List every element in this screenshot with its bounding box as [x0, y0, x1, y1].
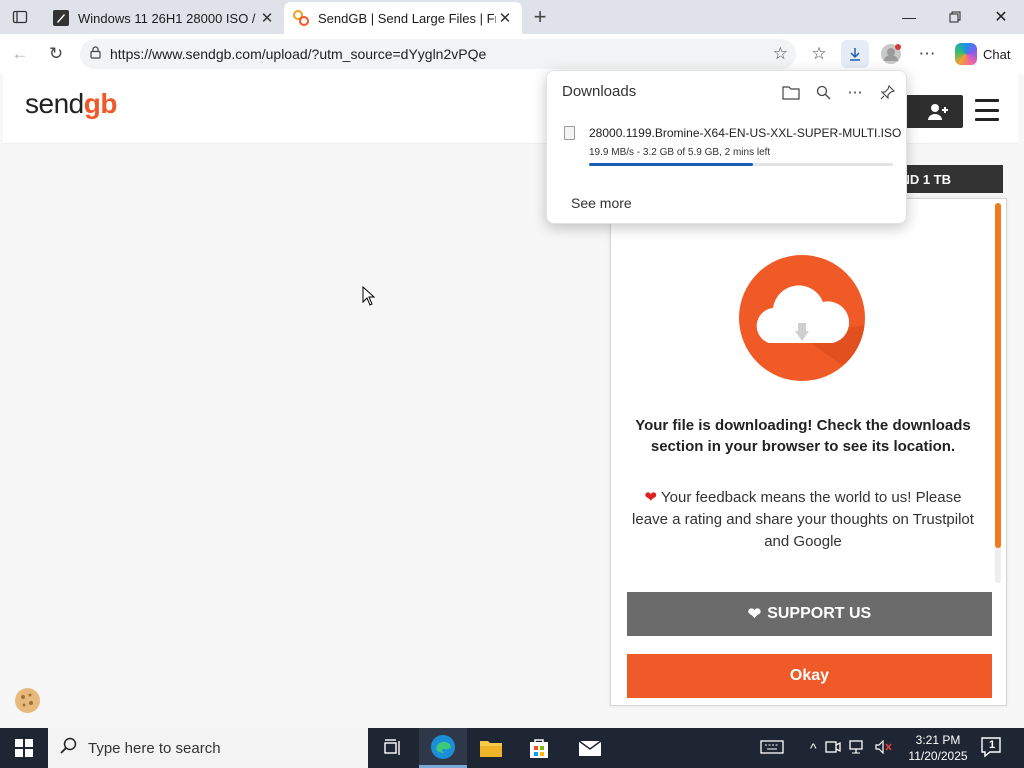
support-us-button[interactable]: ❤ SUPPORT US — [627, 592, 992, 636]
taskbar-search[interactable]: Type here to search — [48, 728, 368, 768]
hamburger-menu-icon[interactable] — [975, 99, 999, 121]
browser-toolbar: ← ↻ https://www.sendgb.com/upload/?utm_s… — [0, 34, 1024, 74]
pin-icon[interactable] — [876, 81, 898, 103]
tab-title: Windows 11 26H1 28000 ISO / ES — [78, 10, 258, 26]
downloads-more-icon[interactable]: ⋯ — [844, 81, 866, 103]
file-explorer-icon[interactable] — [467, 728, 515, 768]
address-bar[interactable]: https://www.sendgb.com/upload/?utm_sourc… — [80, 39, 796, 69]
restore-button[interactable] — [932, 0, 978, 34]
feedback-message: ❤ Your feedback means the world to us! P… — [631, 487, 975, 553]
chat-label: Chat — [983, 46, 1011, 62]
tab-actions-icon[interactable] — [6, 3, 34, 31]
add-user-icon — [928, 103, 948, 120]
site-info-icon[interactable] — [80, 46, 110, 62]
sendgb-favicon-icon — [292, 9, 310, 27]
meet-now-icon[interactable] — [824, 740, 841, 757]
support-label: SUPPORT US — [767, 605, 872, 622]
clock[interactable]: 3:21 PM 11/20/2025 — [902, 732, 974, 764]
tab-favicon-icon — [52, 9, 70, 27]
chevron-up-icon[interactable]: ^ — [810, 740, 817, 756]
favorite-star-icon[interactable]: ☆ — [773, 44, 788, 64]
modal-scrollbar[interactable] — [995, 203, 1001, 583]
refresh-icon[interactable]: ↻ — [42, 40, 70, 68]
tab-strip: Windows 11 26H1 28000 ISO / ES ✕ SendGB … — [0, 0, 1024, 34]
clock-time: 3:21 PM — [915, 733, 961, 747]
profile-avatar-icon[interactable] — [877, 40, 905, 68]
tab-windows-iso[interactable]: Windows 11 26H1 28000 ISO / ES ✕ — [44, 2, 284, 34]
search-downloads-icon[interactable] — [812, 81, 834, 103]
tab-sendgb[interactable]: SendGB | Send Large Files | Free f ✕ — [284, 2, 522, 34]
edge-taskbar-icon[interactable] — [419, 728, 467, 768]
copilot-icon — [955, 43, 977, 65]
add-user-button[interactable] — [901, 95, 963, 128]
sendgb-logo[interactable]: sendgb — [25, 88, 117, 120]
system-tray: ^ — [760, 728, 893, 768]
windows-logo-icon — [15, 739, 33, 757]
network-icon[interactable] — [848, 739, 867, 757]
heart-icon: ❤ — [747, 606, 762, 623]
cloud-download-icon — [739, 255, 865, 381]
modal-scrollbar-thumb[interactable] — [995, 203, 1001, 548]
downloads-title: Downloads — [562, 83, 637, 100]
download-message: Your file is downloading! Check the down… — [635, 417, 971, 455]
modal-footer: ❤ SUPPORT US Okay — [610, 592, 1007, 706]
minimize-button[interactable]: — — [886, 0, 932, 34]
logo-send-text: send — [25, 88, 84, 119]
search-icon — [48, 737, 88, 759]
copilot-chat-button[interactable]: Chat — [950, 40, 1020, 68]
download-filename[interactable]: 28000.1199.Bromine-X64-EN-US-XXL-SUPER-M… — [589, 126, 901, 140]
file-icon — [564, 126, 575, 140]
see-more-link[interactable]: See more — [571, 195, 632, 211]
tab-title: SendGB | Send Large Files | Free f — [318, 10, 496, 26]
url-text[interactable]: https://www.sendgb.com/upload/?utm_sourc… — [110, 46, 486, 62]
store-icon[interactable] — [515, 728, 563, 768]
clock-date: 11/20/2025 — [908, 749, 968, 763]
download-status: 19.9 MB/s - 3.2 GB of 5.9 GB, 2 mins lef… — [589, 147, 771, 158]
tab-close-icon[interactable]: ✕ — [258, 9, 276, 27]
search-placeholder: Type here to search — [88, 739, 221, 757]
notification-center-icon[interactable]: 1 — [980, 736, 1006, 760]
more-options-icon[interactable]: ⋯ — [913, 40, 941, 68]
favorites-icon[interactable]: ☆ — [805, 40, 833, 68]
cookie-icon[interactable] — [15, 688, 40, 713]
notification-badge: 1 — [989, 739, 996, 751]
okay-button[interactable]: Okay — [627, 654, 992, 698]
mouse-cursor-icon — [362, 285, 376, 309]
heart-icon: ❤ — [644, 489, 658, 506]
download-progress-bar — [589, 163, 893, 166]
close-window-button[interactable]: ✕ — [978, 0, 1024, 34]
volume-muted-icon[interactable] — [874, 739, 893, 757]
downloads-icon[interactable] — [841, 40, 869, 68]
logo-gb-text: gb — [83, 88, 118, 119]
back-icon[interactable]: ← — [6, 40, 34, 68]
download-progress-fill — [589, 163, 754, 166]
tab-close-icon[interactable]: ✕ — [496, 9, 514, 27]
task-view-icon[interactable] — [368, 728, 416, 768]
open-folder-icon[interactable] — [780, 81, 802, 103]
new-tab-icon[interactable]: + — [526, 3, 554, 31]
taskbar: Type here to search ^ 3:21 PM 11/20/2025 — [0, 728, 1024, 768]
downloads-panel: Downloads ⋯ 28000.1199.Bromine-X64-EN-US… — [546, 70, 907, 224]
start-button[interactable] — [0, 728, 48, 768]
mail-icon[interactable] — [566, 728, 614, 768]
keyboard-icon[interactable] — [760, 739, 784, 758]
feedback-text: Your feedback means the world to us! Ple… — [632, 489, 974, 550]
